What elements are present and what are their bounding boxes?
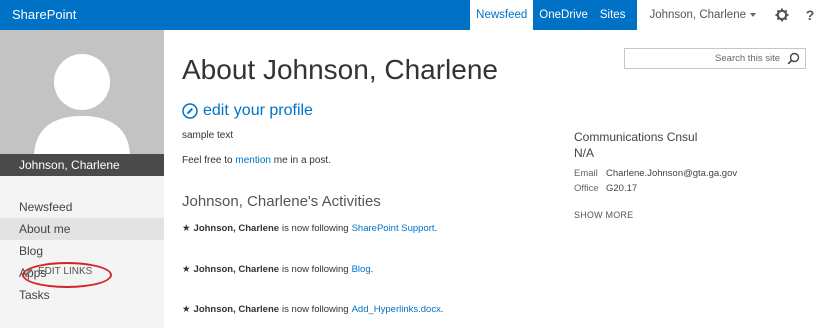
nav-item-blog[interactable]: Blog	[0, 240, 164, 262]
activity-target-link[interactable]: Add_Hyperlinks.docx	[352, 304, 441, 315]
edit-links-label: EDIT LINKS	[38, 266, 93, 277]
activity-item: ★ Johnson, Charlene is now following Sha…	[182, 223, 437, 234]
activity-end: .	[440, 304, 444, 315]
search-input[interactable]	[625, 49, 780, 68]
edit-profile-link[interactable]: edit your profile	[182, 102, 313, 120]
mention-suffix: me in a post.	[273, 155, 331, 166]
help-button[interactable]: ?	[798, 0, 822, 30]
activities-heading: Johnson, Charlene's Activities	[182, 193, 381, 210]
person-placeholder-icon	[34, 54, 130, 154]
show-more-link[interactable]: SHOW MORE	[574, 210, 633, 220]
email-value[interactable]: Charlene.Johnson@gta.ga.gov	[606, 168, 737, 179]
top-nav: Newsfeed OneDrive Sites Johnson, Charlen…	[470, 0, 822, 30]
star-icon: ★	[182, 223, 191, 234]
pencil-icon	[25, 267, 33, 276]
activity-target-link[interactable]: SharePoint Support	[352, 223, 435, 234]
nav-item-newsfeed[interactable]: Newsfeed	[0, 196, 164, 218]
profile-job-title: N/A	[574, 146, 595, 160]
office-label: Office	[574, 183, 599, 194]
email-label: Email	[574, 168, 598, 179]
settings-button[interactable]	[766, 0, 798, 30]
edit-word: edit	[203, 102, 229, 119]
quick-launch: Newsfeed About me Blog Apps Tasks	[0, 196, 164, 306]
user-menu[interactable]: Johnson, Charlene	[637, 0, 766, 30]
suite-bar: SharePoint Newsfeed OneDrive Sites Johns…	[0, 0, 822, 30]
mention-prefix: Feel free to	[182, 155, 233, 166]
avatar	[0, 30, 164, 154]
nav-item-tasks[interactable]: Tasks	[0, 284, 164, 306]
activity-actor[interactable]: Johnson, Charlene	[194, 223, 280, 234]
search-icon[interactable]	[787, 52, 800, 65]
activity-verb: is now following	[282, 264, 349, 275]
star-icon: ★	[182, 304, 191, 315]
top-nav-onedrive[interactable]: OneDrive	[533, 0, 594, 30]
user-name: Johnson, Charlene	[649, 9, 746, 21]
edit-profile-label: your profile	[233, 102, 313, 119]
top-nav-sites[interactable]: Sites	[594, 0, 632, 30]
office-row: Office G20.17	[574, 183, 637, 194]
chevron-down-icon	[750, 13, 756, 17]
office-value: G20.17	[606, 183, 638, 194]
mention-link[interactable]: mention	[235, 155, 271, 166]
about-me-text: sample text	[182, 130, 234, 141]
profile-name: Johnson, Charlene	[0, 154, 164, 176]
activity-verb: is now following	[282, 304, 349, 315]
activity-end: .	[434, 223, 438, 234]
edit-circle-icon	[182, 103, 198, 119]
activity-item: ★ Johnson, Charlene is now following Blo…	[182, 264, 373, 275]
activity-verb: is now following	[282, 223, 349, 234]
nav-item-about-me[interactable]: About me	[0, 218, 164, 240]
edit-links-button[interactable]: EDIT LINKS	[24, 266, 92, 277]
search-box	[624, 48, 806, 69]
activity-end: .	[370, 264, 374, 275]
profile-department: Communications Cnsul	[574, 130, 698, 144]
activity-item: ★ Johnson, Charlene is now following Add…	[182, 304, 443, 315]
email-row: Email Charlene.Johnson@gta.ga.gov	[574, 168, 737, 179]
page-title: About Johnson, Charlene	[182, 54, 498, 85]
activity-actor[interactable]: Johnson, Charlene	[194, 304, 280, 315]
top-nav-newsfeed[interactable]: Newsfeed	[470, 0, 534, 30]
activity-target-link[interactable]: Blog	[352, 264, 371, 275]
gear-icon	[775, 8, 789, 22]
sharepoint-brand-link[interactable]: SharePoint	[12, 7, 76, 22]
mention-prompt: Feel free to mention me in a post.	[182, 155, 331, 166]
activity-actor[interactable]: Johnson, Charlene	[194, 264, 280, 275]
star-icon: ★	[182, 264, 191, 275]
